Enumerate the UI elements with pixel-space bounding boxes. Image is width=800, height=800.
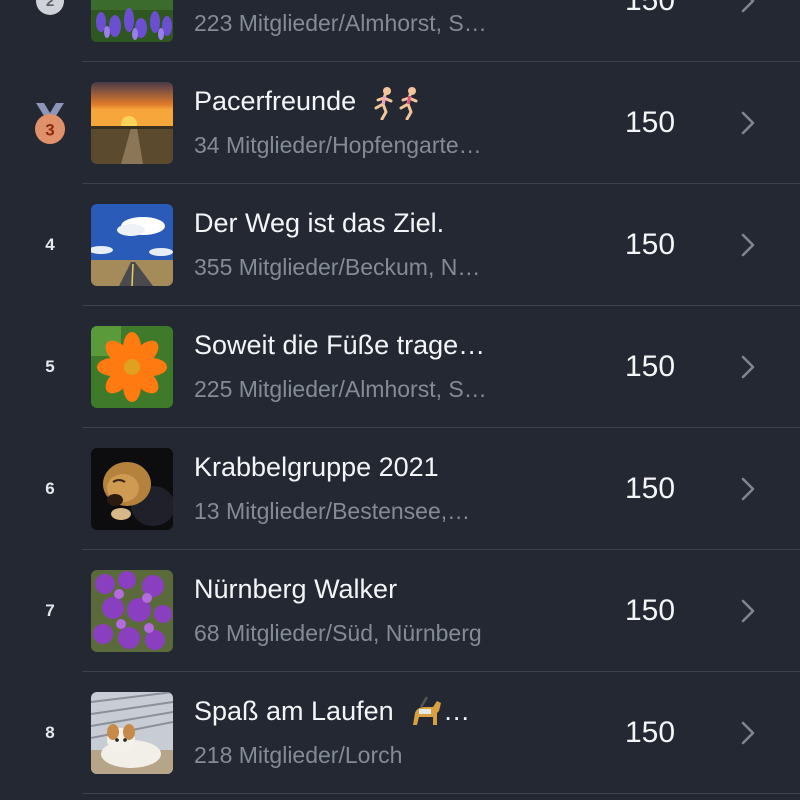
rank-number: 7 [45, 601, 55, 620]
group-thumbnail [91, 570, 173, 652]
dog-photo-icon [91, 692, 173, 774]
leaderboard-row-2[interactable]: 2 223 Mitglieder/Almhorst, S… 150 [0, 0, 800, 62]
bronze-medal-icon: 3 [35, 103, 65, 144]
leaderboard-row-8[interactable]: 8 Spaß am Laufen … 218 Mitglieder/Lorch … [0, 672, 800, 794]
chevron-right-icon [741, 721, 755, 745]
group-subtitle: 68 Mitglieder/Süd, Nürnberg [194, 620, 482, 646]
group-score: 150 [624, 594, 676, 627]
group-title: Krabbelgruppe 2021 [194, 452, 439, 482]
group-subtitle: 225 Mitglieder/Almhorst, S… [194, 376, 487, 402]
group-score: 150 [624, 716, 676, 749]
chevron-right-icon [741, 0, 755, 13]
sleeping-dog-photo-icon [91, 448, 173, 530]
purple-flowers-photo-icon [91, 570, 173, 652]
group-thumbnail [91, 204, 173, 286]
road-sky-photo-icon [91, 204, 173, 286]
leaderboard-row-4[interactable]: 4 Der Weg ist das Ziel. 355 Mitglieder/B… [0, 184, 800, 306]
leaderboard-row-6[interactable]: 6 Krabbelgruppe 2021 13 Mitglieder/Beste… [0, 428, 800, 550]
rank-number: 8 [45, 723, 55, 742]
rank-badge-2: 2 [20, 0, 80, 62]
rank-number: 4 [45, 235, 55, 254]
orange-flower-photo-icon [91, 326, 173, 408]
group-subtitle: 223 Mitglieder/Almhorst, S… [194, 10, 487, 36]
group-title: Spaß am Laufen … [194, 694, 594, 731]
rank-badge-3: 3 [20, 62, 80, 184]
chevron-right-icon [741, 233, 755, 257]
chevron-right-icon [741, 477, 755, 501]
group-thumbnail [91, 326, 173, 408]
group-subtitle: 13 Mitglieder/Bestensee,… [194, 498, 471, 524]
row-divider [82, 793, 800, 794]
rank-number: 6 [45, 479, 55, 498]
group-score: 150 [624, 228, 676, 261]
group-score: 150 [624, 472, 676, 505]
sunset-field-photo-icon [91, 82, 173, 164]
chevron-right-icon [741, 599, 755, 623]
silver-medal-icon: 2 [36, 0, 64, 15]
group-subtitle: 34 Mitglieder/Hopfengarte… [194, 132, 482, 158]
group-thumbnail [91, 692, 173, 774]
title-ellipsis: … [443, 696, 471, 726]
group-thumbnail [91, 448, 173, 530]
rank-number: 2 [45, 0, 55, 10]
group-title: Soweit die Füße trage… [194, 330, 486, 360]
rank-number: 3 [45, 121, 54, 140]
chevron-right-icon [741, 111, 755, 135]
group-subtitle: 355 Mitglieder/Beckum, N… [194, 254, 481, 280]
leaderboard-row-5[interactable]: 5 Soweit die Füße trage… 225 Mitglieder/… [0, 306, 800, 428]
group-thumbnail [91, 82, 173, 164]
running-people-emoji-icon [374, 86, 418, 120]
leaderboard-row-7[interactable]: 7 Nürnberg Walker 68 Mitglieder/Süd, Nür… [0, 550, 800, 672]
group-title: Nürnberg Walker [194, 574, 398, 604]
group-score: 150 [624, 0, 676, 17]
group-score: 150 [624, 106, 676, 139]
rank-number: 5 [45, 357, 55, 376]
leaderboard-list: 2 223 Mitglieder/Almhorst, S… 150 3 Pace… [0, 0, 800, 800]
group-title-text: Spaß am Laufen [194, 696, 394, 726]
guide-dog-emoji-icon [413, 696, 442, 725]
group-title-text: Pacerfreunde [194, 86, 357, 116]
lavender-photo-icon [91, 0, 173, 42]
leaderboard-row-3[interactable]: 3 Pacerfreunde 34 Mitglieder/Hopfengarte… [0, 62, 800, 184]
group-title: Pacerfreunde [194, 84, 594, 120]
group-subtitle: 218 Mitglieder/Lorch [194, 742, 403, 768]
group-score: 150 [624, 350, 676, 383]
group-title: Der Weg ist das Ziel. [194, 208, 445, 238]
group-thumbnail [91, 0, 173, 42]
chevron-right-icon [741, 355, 755, 379]
